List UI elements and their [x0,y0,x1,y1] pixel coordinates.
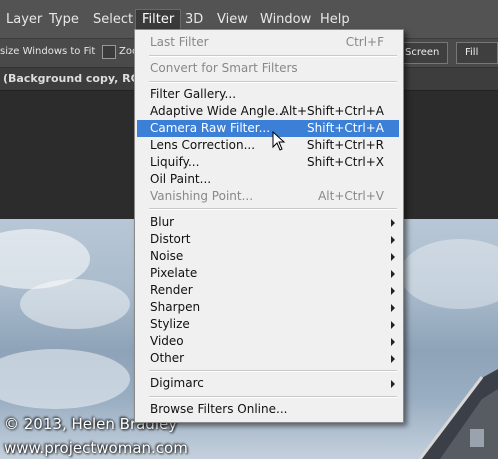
menu-separator [149,208,397,210]
menu-item-label: Render [150,283,193,297]
menu-item-lens-correction[interactable]: Lens Correction... Shift+Ctrl+R [137,137,399,154]
menu-item-label: Pixelate [150,266,198,280]
menu-item-noise[interactable]: Noise [137,248,399,265]
menu-item-label: Convert for Smart Filters [150,61,298,75]
menu-item-label: Blur [150,215,175,229]
menu-help[interactable]: Help [314,10,356,30]
menu-item-label: Sharpen [150,300,201,314]
menu-select[interactable]: Select [87,10,139,30]
menu-item-label: Digimarc [150,376,204,390]
menu-item-last-filter[interactable]: Last Filter Ctrl+F [137,34,399,51]
submenu-arrow-icon [391,253,395,261]
shortcut-label: Shift+Ctrl+X [307,155,384,169]
menu-filter[interactable]: Filter [135,9,182,31]
menu-item-label: Camera Raw Filter... [150,121,271,135]
menu-item-convert-smart-filters[interactable]: Convert for Smart Filters [137,60,399,77]
submenu-arrow-icon [391,236,395,244]
menu-item-liquify[interactable]: Liquify... Shift+Ctrl+X [137,154,399,171]
website-text: www.projectwoman.com [4,439,188,457]
submenu-arrow-icon [391,270,395,278]
filter-menu-dropdown: Last Filter Ctrl+F Convert for Smart Fil… [134,29,404,423]
menu-item-digimarc[interactable]: Digimarc [137,375,399,392]
menu-item-filter-gallery[interactable]: Filter Gallery... [137,86,399,103]
menu-separator [149,370,397,372]
submenu-arrow-icon [391,321,395,329]
menu-item-label: Video [150,334,184,348]
menu-item-browse-filters-online[interactable]: Browse Filters Online... [137,401,399,418]
submenu-arrow-icon [391,219,395,227]
menu-item-other[interactable]: Other [137,350,399,367]
menu-item-camera-raw-filter[interactable]: Camera Raw Filter... Shift+Ctrl+A [137,120,399,137]
menu-item-adaptive-wide-angle[interactable]: Adaptive Wide Angle... Alt+Shift+Ctrl+A [137,103,399,120]
menu-item-stylize[interactable]: Stylize [137,316,399,333]
menu-item-oil-paint[interactable]: Oil Paint... [137,171,399,188]
menu-item-label: Lens Correction... [150,138,256,152]
menu-item-label: Noise [150,249,184,263]
menu-item-render[interactable]: Render [137,282,399,299]
menu-item-label: Liquify... [150,155,200,169]
menu-item-vanishing-point[interactable]: Vanishing Point... Alt+Ctrl+V [137,188,399,205]
shortcut-label: Shift+Ctrl+R [306,138,384,152]
shortcut-label: Shift+Ctrl+A [307,121,384,135]
menu-item-video[interactable]: Video [137,333,399,350]
submenu-arrow-icon [391,355,395,363]
cloud-shape [20,279,130,329]
submenu-arrow-icon [391,380,395,388]
menu-item-label: Filter Gallery... [150,87,237,101]
menu-item-label: Adaptive Wide Angle... [150,104,287,118]
menu-item-label: Vanishing Point... [150,189,254,203]
menu-window[interactable]: Window [254,10,317,30]
menu-separator [149,55,397,57]
shortcut-label: Alt+Ctrl+V [318,189,384,203]
resize-windows-label: size Windows to Fit [0,46,96,57]
menu-item-distort[interactable]: Distort [137,231,399,248]
menu-item-blur[interactable]: Blur [137,214,399,231]
house-roof-graphic [418,369,498,459]
menu-layer[interactable]: Layer [0,10,48,30]
menu-separator [149,396,397,398]
zoom-all-checkbox[interactable] [102,45,116,59]
menu-separator [149,81,397,83]
menu-item-pixelate[interactable]: Pixelate [137,265,399,282]
menu-item-label: Stylize [150,317,190,331]
submenu-arrow-icon [391,304,395,312]
cloud-shape [400,239,498,309]
submenu-arrow-icon [391,338,395,346]
menu-item-label: Browse Filters Online... [150,402,288,416]
shortcut-label: Alt+Shift+Ctrl+A [280,104,384,118]
menu-item-sharpen[interactable]: Sharpen [137,299,399,316]
menu-view[interactable]: View [211,10,254,30]
shortcut-label: Ctrl+F [345,35,384,49]
menu-item-label: Distort [150,232,191,246]
menu-3d[interactable]: 3D [179,10,209,30]
menu-item-label: Last Filter [150,35,209,49]
menu-type[interactable]: Type [43,10,85,30]
menu-item-label: Other [150,351,185,365]
fill-screen-button[interactable]: Fill Scre [456,42,498,78]
mouse-pointer-icon [272,131,286,151]
submenu-arrow-icon [391,287,395,295]
menu-item-label: Oil Paint... [150,172,212,186]
cloud-shape [0,349,130,409]
